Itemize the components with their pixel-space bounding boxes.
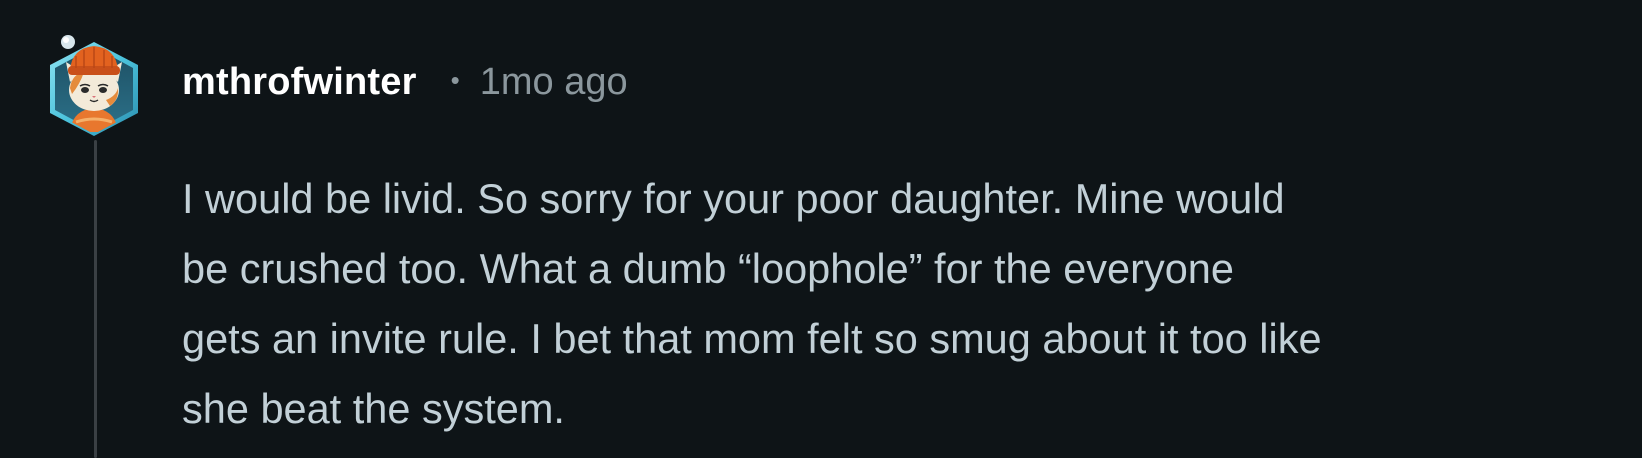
- cat-avatar-icon: [50, 35, 138, 136]
- comment-body-line: be crushed too. What a dumb “loophole” f…: [182, 245, 1234, 292]
- comment-body: I would be livid. So sorry for your poor…: [182, 164, 1622, 444]
- comment-body-line: she beat the system.: [182, 385, 565, 432]
- avatar[interactable]: [46, 30, 142, 140]
- comment: mthrofwinter • 1mo ago I would be livid.…: [0, 0, 1642, 458]
- meta-separator: •: [450, 64, 460, 95]
- username-link[interactable]: mthrofwinter: [182, 61, 417, 104]
- comment-header: mthrofwinter • 1mo ago: [182, 54, 628, 110]
- comment-body-line: I would be livid. So sorry for your poor…: [182, 175, 1285, 222]
- comment-body-line: gets an invite rule. I bet that mom felt…: [182, 315, 1322, 362]
- thread-line[interactable]: [94, 140, 97, 458]
- timestamp-link[interactable]: 1mo ago: [480, 61, 628, 104]
